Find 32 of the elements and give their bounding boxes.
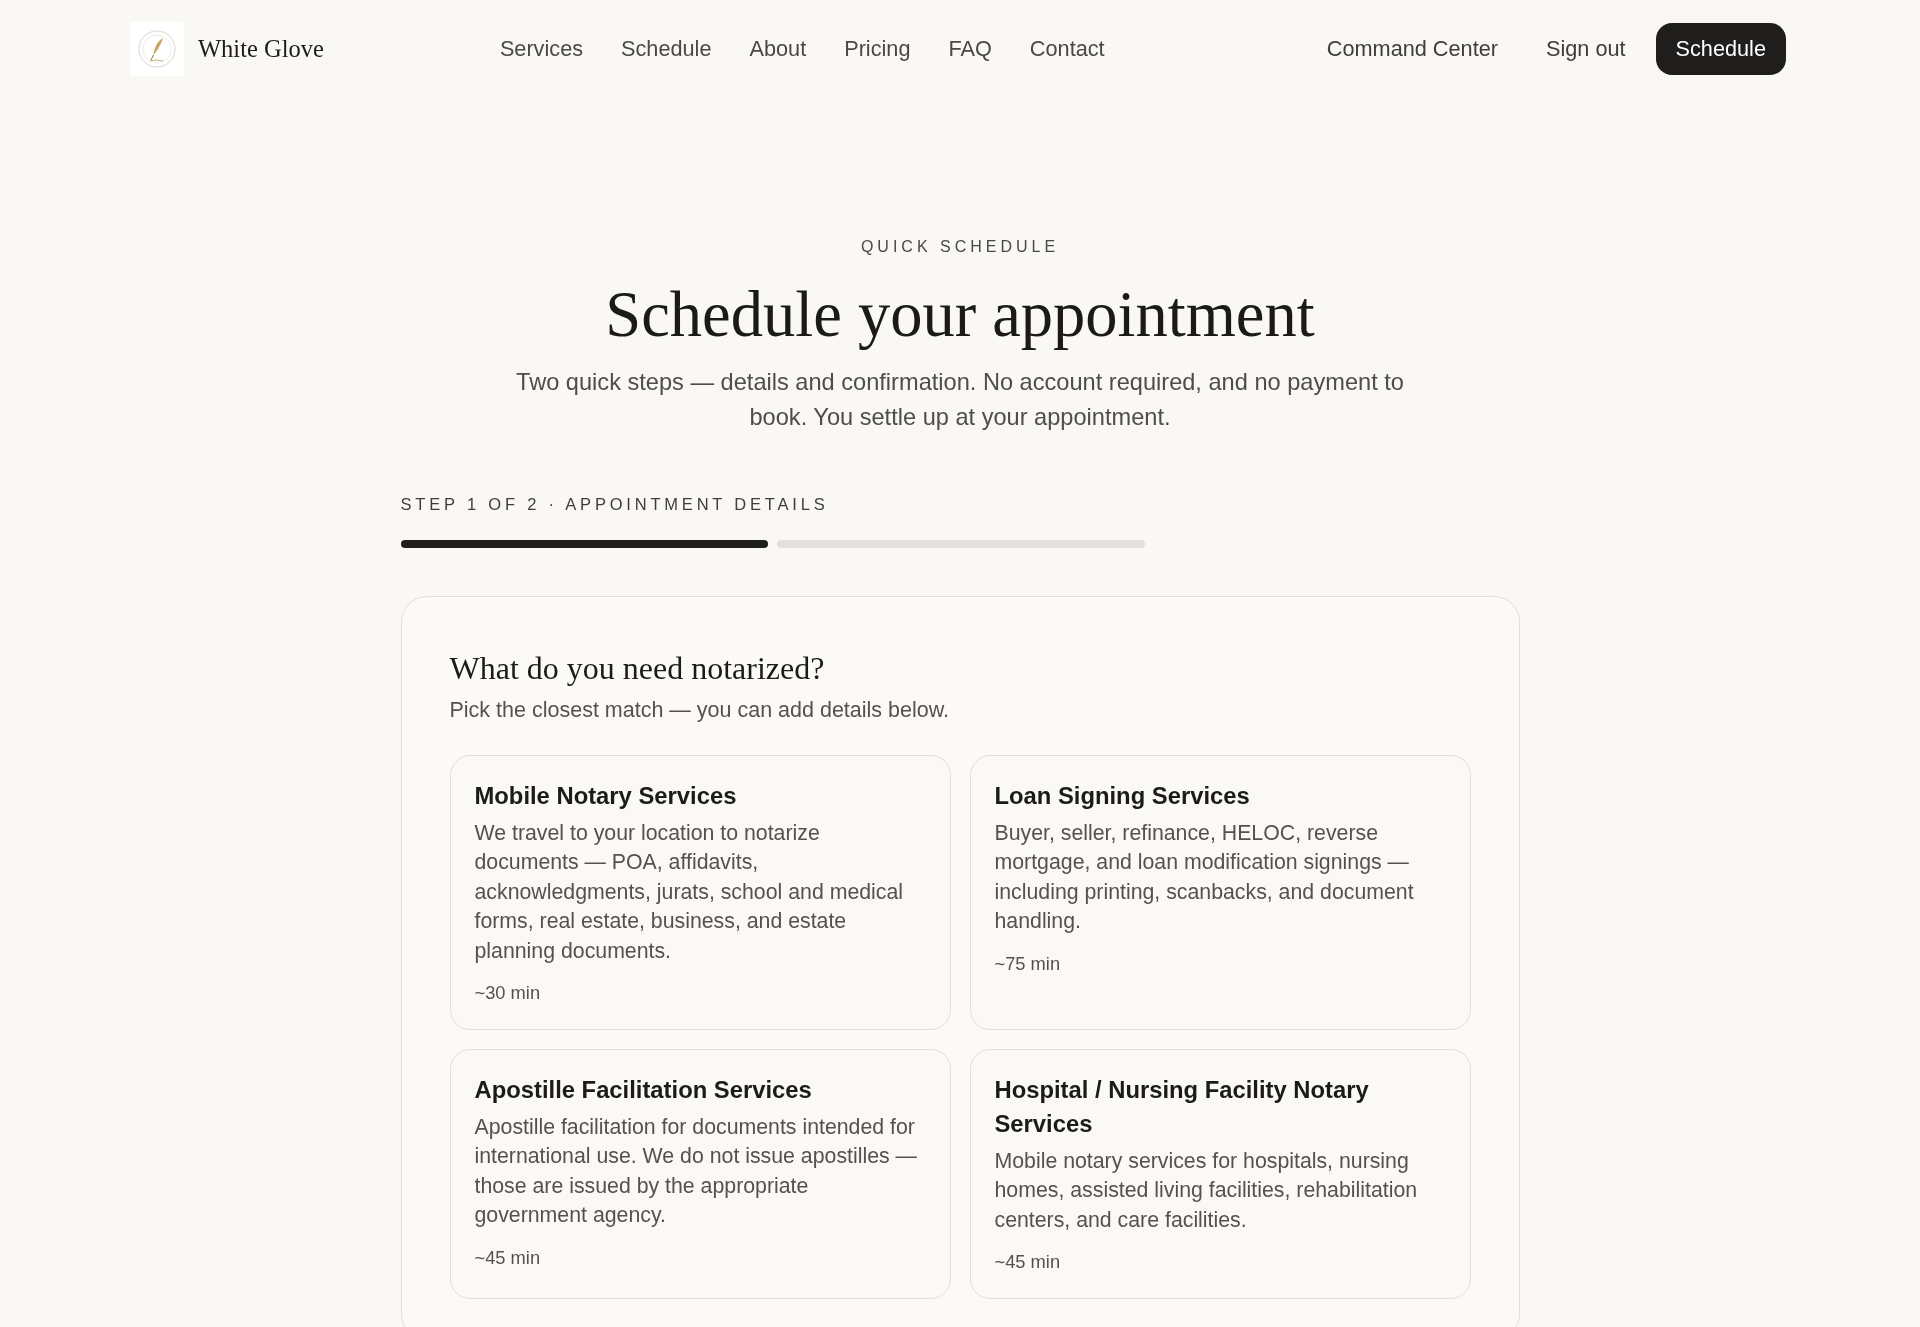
nav-link[interactable]: Schedule (621, 32, 712, 66)
option-description: We travel to your location to notarize documents — POA, affidavits, acknowledgments, jurats, school and medical forms, real estate, business, and estate planning documents. (474, 820, 905, 965)
nav-link[interactable]: Services (499, 32, 584, 66)
service-option[interactable]: Hospital / Nursing Facility Notary Services Mobile notary services for hospitals, nursing homes, assisted living facilities, rehabilitation centers, and care facilities. ~45 min (969, 1049, 1471, 1300)
service-option[interactable]: Loan Signing Services Buyer, seller, refinance, HELOC, reverse mortgage, and loan modification signings — including printing, scanbacks, and document handling. ~75 min (969, 755, 1471, 1031)
service-option[interactable]: Apostille Facilitation Services Apostille facilitation for documents intended for international use. We do not issue apostilles — those are issued by the appropriate government agency. ~45 min (449, 1049, 951, 1300)
header-link[interactable]: Sign out (1527, 28, 1644, 70)
page-subtitle: Two quick steps — details and confirmation. No account required, and no payment to book. You settle up at your appointment. (515, 368, 1405, 432)
nav-link[interactable]: Pricing (844, 32, 911, 66)
option-title: Hospital / Nursing Facility Notary Services (994, 1075, 1370, 1140)
brand-name[interactable]: White Glove (198, 35, 324, 63)
option-duration: ~45 min (474, 1246, 541, 1269)
header-link[interactable]: Command Center (1308, 28, 1516, 70)
option-title: Loan Signing Services (994, 781, 1250, 811)
nav-link[interactable]: FAQ (948, 32, 992, 66)
cta-button[interactable]: Schedule (1655, 23, 1786, 75)
option-duration: ~45 min (994, 1251, 1061, 1274)
option-description: Apostille facilitation for documents intended for international use. We do not issue apostilles — those are issued by the appropriate government agency. (474, 1114, 918, 1230)
nav-link[interactable]: Contact (1029, 32, 1105, 66)
option-description: Mobile notary services for hospitals, nursing homes, assisted living facilities, rehabilitation centers, and care facilities. (994, 1148, 1419, 1234)
page-title: Schedule your appointment (605, 279, 1315, 351)
option-duration: ~30 min (474, 982, 541, 1005)
option-title: Mobile Notary Services (474, 781, 737, 811)
option-duration: ~75 min (994, 952, 1061, 975)
option-description: Buyer, seller, refinance, HELOC, reverse mortgage, and loan modification signings — including printing, scanbacks, and document handling. (994, 820, 1415, 936)
eyebrow-label: QUICK SCHEDULE (860, 237, 1060, 257)
service-option[interactable] (449, 755, 951, 1031)
nav-link[interactable]: About (749, 32, 807, 66)
form-hint: Pick the closest match — you can add details below. (449, 697, 951, 724)
form-heading: What do you need notarized? (449, 649, 826, 688)
step-label: STEP 1 OF 2 · APPOINTMENT DETAILS (400, 494, 830, 514)
option-title: Apostille Facilitation Services (474, 1075, 812, 1106)
